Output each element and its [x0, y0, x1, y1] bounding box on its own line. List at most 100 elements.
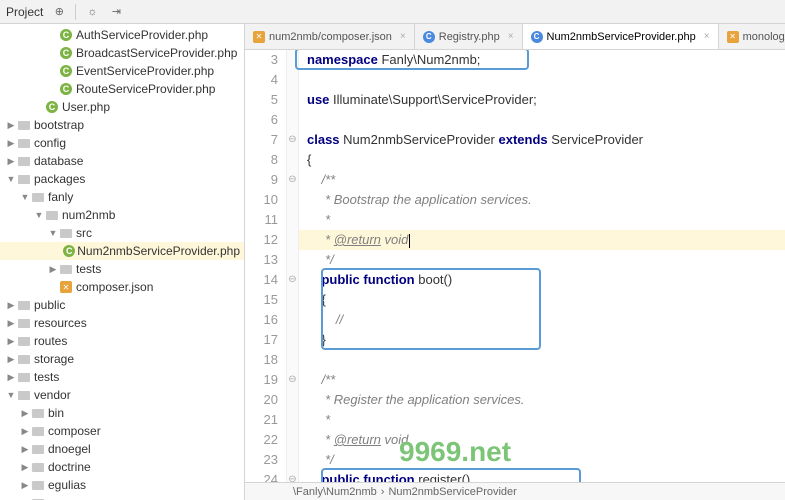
tree-item[interactable]: ▶tests: [0, 260, 244, 278]
tree-label: num2nmb: [62, 208, 115, 222]
folder-icon: [58, 225, 74, 241]
code-line[interactable]: public function boot(): [307, 270, 785, 290]
tree-arrow-icon[interactable]: ▶: [20, 480, 30, 491]
code-line[interactable]: [307, 110, 785, 130]
tree-arrow-icon[interactable]: ▼: [6, 174, 16, 184]
code-editor[interactable]: 3456789101112131415161718192021222324252…: [245, 50, 785, 482]
tree-arrow-icon[interactable]: ▶: [6, 372, 16, 383]
project-label[interactable]: Project: [6, 5, 43, 19]
tree-item[interactable]: Num2nmbServiceProvider.php: [0, 242, 244, 260]
tree-item[interactable]: User.php: [0, 98, 244, 116]
tree-arrow-icon[interactable]: ▶: [20, 444, 30, 455]
tree-arrow-icon[interactable]: ▶: [6, 120, 16, 131]
tree-item[interactable]: ▶storage: [0, 350, 244, 368]
tree-arrow-icon[interactable]: ▶: [20, 426, 30, 437]
breadcrumb-item[interactable]: \Fanly\Num2nmb: [293, 486, 377, 498]
breadcrumb-item[interactable]: Num2nmbServiceProvider: [388, 486, 516, 498]
tree-item[interactable]: ▼src: [0, 224, 244, 242]
tree-arrow-icon[interactable]: ▶: [48, 264, 58, 275]
close-icon[interactable]: ×: [400, 31, 406, 42]
folder-icon: [16, 153, 32, 169]
tree-item[interactable]: ▶dnoegel: [0, 440, 244, 458]
project-tree[interactable]: AuthServiceProvider.phpBroadcastServiceP…: [0, 24, 244, 500]
tree-item[interactable]: ▶tests: [0, 368, 244, 386]
fold-mark[interactable]: ⊖: [287, 130, 298, 150]
tree-item[interactable]: ▼packages: [0, 170, 244, 188]
code-line[interactable]: {: [307, 150, 785, 170]
tree-arrow-icon[interactable]: ▶: [20, 462, 30, 473]
tree-item[interactable]: ▼vendor: [0, 386, 244, 404]
folder-icon: [16, 171, 32, 187]
code-line[interactable]: class Num2nmbServiceProvider extends Ser…: [307, 130, 785, 150]
tree-arrow-icon[interactable]: ▼: [34, 210, 44, 220]
code-line[interactable]: //: [307, 310, 785, 330]
editor-tab[interactable]: monolog/composer.json×: [719, 24, 785, 49]
code-line[interactable]: * @return void: [307, 230, 785, 250]
tree-arrow-icon[interactable]: ▶: [6, 300, 16, 311]
tab-label: num2nmb/composer.json: [269, 31, 392, 43]
code-line[interactable]: * Register the application services.: [307, 390, 785, 410]
tree-arrow-icon[interactable]: ▶: [6, 336, 16, 347]
tree-arrow-icon[interactable]: ▶: [6, 138, 16, 149]
close-icon[interactable]: ×: [704, 31, 710, 42]
fold-mark[interactable]: ⊖: [287, 170, 298, 190]
code-line[interactable]: /**: [307, 370, 785, 390]
settings-icon[interactable]: ☼: [84, 4, 100, 20]
collapse-icon[interactable]: ⊕: [51, 4, 67, 20]
tree-item[interactable]: ▶erusev: [0, 494, 244, 500]
fold-mark[interactable]: ⊖: [287, 270, 298, 290]
tree-arrow-icon[interactable]: ▼: [48, 228, 58, 238]
code-line[interactable]: *: [307, 410, 785, 430]
tree-item[interactable]: ▶egulias: [0, 476, 244, 494]
code-line[interactable]: use Illuminate\Support\ServiceProvider;: [307, 90, 785, 110]
line-number: 17: [245, 330, 278, 350]
code-line[interactable]: * @return void: [307, 430, 785, 450]
code-line[interactable]: }: [307, 330, 785, 350]
code-line[interactable]: * Bootstrap the application services.: [307, 190, 785, 210]
tree-item[interactable]: ▶database: [0, 152, 244, 170]
folder-icon: [30, 441, 46, 457]
fold-mark[interactable]: ⊖: [287, 370, 298, 390]
tree-arrow-icon[interactable]: ▶: [6, 318, 16, 329]
tree-item[interactable]: AuthServiceProvider.php: [0, 26, 244, 44]
breadcrumb[interactable]: \Fanly\Num2nmb›Num2nmbServiceProvider: [245, 482, 785, 500]
tree-item[interactable]: ▼fanly: [0, 188, 244, 206]
code-line[interactable]: [307, 70, 785, 90]
editor-tab[interactable]: num2nmb/composer.json ×: [245, 24, 415, 49]
tree-item[interactable]: BroadcastServiceProvider.php: [0, 44, 244, 62]
close-icon[interactable]: ×: [508, 31, 514, 42]
folder-icon: [16, 333, 32, 349]
hide-icon[interactable]: ⇥: [108, 4, 124, 20]
tree-arrow-icon[interactable]: ▼: [20, 192, 30, 202]
tree-item[interactable]: ▶public: [0, 296, 244, 314]
tree-item[interactable]: RouteServiceProvider.php: [0, 80, 244, 98]
tree-item[interactable]: EventServiceProvider.php: [0, 62, 244, 80]
tree-item[interactable]: ▶doctrine: [0, 458, 244, 476]
tree-item[interactable]: ▼ num2nmb: [0, 206, 244, 224]
editor-tab[interactable]: Num2nmbServiceProvider.php×: [523, 24, 719, 49]
tree-item[interactable]: ▶composer: [0, 422, 244, 440]
tree-item[interactable]: ▶config: [0, 134, 244, 152]
tree-item[interactable]: ▶resources: [0, 314, 244, 332]
line-gutter: 3456789101112131415161718192021222324252…: [245, 50, 287, 482]
tree-arrow-icon[interactable]: ▶: [20, 408, 30, 419]
code-line[interactable]: public function register(): [307, 470, 785, 482]
folder-icon: [30, 477, 46, 493]
code-line[interactable]: */: [307, 450, 785, 470]
code-line[interactable]: [307, 350, 785, 370]
tree-arrow-icon[interactable]: ▼: [6, 390, 16, 400]
code-line[interactable]: namespace Fanly\Num2nmb;: [307, 50, 785, 70]
code-body[interactable]: 9969.net namespace Fanly\Num2nmb;use Ill…: [299, 50, 785, 482]
code-line[interactable]: /**: [307, 170, 785, 190]
tree-item[interactable]: composer.json: [0, 278, 244, 296]
code-line[interactable]: *: [307, 210, 785, 230]
tree-arrow-icon[interactable]: ▶: [6, 156, 16, 167]
editor-tab[interactable]: Registry.php×: [415, 24, 523, 49]
tree-item[interactable]: ▶routes: [0, 332, 244, 350]
tree-arrow-icon[interactable]: ▶: [6, 354, 16, 365]
tree-item[interactable]: ▶bootstrap: [0, 116, 244, 134]
fold-mark[interactable]: ⊖: [287, 470, 298, 482]
code-line[interactable]: */: [307, 250, 785, 270]
code-line[interactable]: {: [307, 290, 785, 310]
tree-item[interactable]: ▶bin: [0, 404, 244, 422]
